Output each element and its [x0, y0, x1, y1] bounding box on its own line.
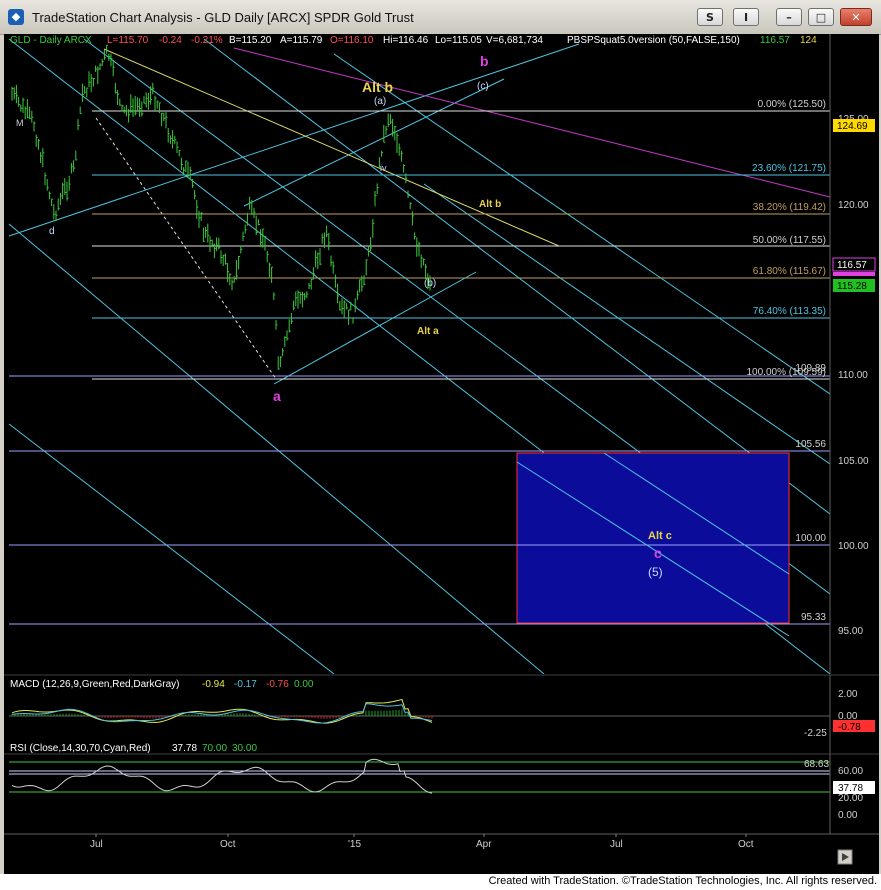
fib-label-764: 76.40% (113.35) [753, 306, 826, 317]
header-ask: A=115.79 [280, 35, 323, 46]
macd-tick: -2.25 [804, 728, 827, 739]
symbol-header: GLD - Daily ARCX L=115.70 -0.24 -0.21% B… [10, 35, 817, 46]
label-alt-a: Alt a [417, 326, 439, 337]
time-axis[interactable]: Jul Oct '15 Apr Jul Oct [4, 833, 879, 865]
header-ind-val1: 116.57 [760, 35, 790, 46]
rsi-tick: 0.00 [838, 810, 858, 821]
close-button[interactable]: ✕ [840, 8, 872, 26]
fib-label-382: 38.20% (119.42) [753, 202, 826, 213]
label-alt-b-yellow: Alt b [479, 199, 501, 210]
title-bar: ◆ TradeStation Chart Analysis - GLD Dail… [0, 0, 881, 35]
maximize-button[interactable]: □ [808, 8, 834, 26]
fib-label-0: 0.00% (125.50) [758, 99, 826, 110]
header-open: O=116.10 [330, 35, 374, 46]
rsi-label: RSI (Close,14,30,70,Cyan,Red) [10, 743, 151, 754]
label-five: (5) [648, 565, 663, 579]
price-tick: 105.00 [838, 456, 869, 467]
label-iv: iv [380, 163, 387, 173]
label-c-magenta: c [654, 545, 662, 561]
label-alt-c: Alt c [648, 530, 672, 542]
header-symbol: GLD - Daily ARCX [10, 35, 92, 46]
header-low: Lo=115.05 [435, 35, 482, 46]
rsi-tick: 68.63 [804, 759, 829, 770]
rsi-line [11, 758, 433, 794]
macd-value-1: -0.94 [202, 679, 225, 690]
label-a-magenta: a [273, 388, 281, 404]
header-ind-val2: 124 [800, 35, 817, 46]
window-title: TradeStation Chart Analysis - GLD Daily … [32, 10, 414, 25]
main-price-panel: 0.00% (125.50) 23.60% (121.75) 38.20% (1… [4, 34, 830, 674]
rsi-tick: 60.00 [838, 766, 863, 777]
label-m: M [16, 118, 24, 128]
price-tick: 120.00 [838, 200, 869, 211]
header-bid: B=115.20 [229, 35, 272, 46]
time-tick: Oct [220, 839, 236, 850]
price-marker-124: 124.69 [837, 121, 868, 132]
level-label-95: 95.33 [801, 612, 826, 623]
price-tick: 110.00 [838, 370, 868, 381]
price-tick: 100.00 [838, 541, 869, 552]
rsi-panel[interactable]: RSI (Close,14,30,70,Cyan,Red) 37.78 70.0… [4, 743, 879, 834]
chart-area[interactable]: 0.00% (125.50) 23.60% (121.75) 38.20% (1… [4, 34, 879, 874]
time-axis-ticks: Jul Oct '15 Apr Jul Oct [90, 834, 754, 850]
s-button[interactable]: S [697, 8, 723, 26]
footer-bar: Created with TradeStation. ©TradeStation… [0, 874, 881, 890]
rsi-marker: 37.78 [838, 783, 863, 794]
macd-value-4: 0.00 [294, 679, 314, 690]
label-c-paren: (c) [477, 81, 489, 92]
price-marker-115: 115.28 [837, 281, 867, 292]
copyright-text: Created with TradeStation. ©TradeStation… [488, 875, 877, 887]
level-label-109: 109.89 [795, 363, 826, 374]
macd-tick: 2.00 [838, 689, 858, 700]
label-a-paren: (a) [374, 96, 386, 107]
rsi-value-1: 37.78 [172, 743, 197, 754]
price-tick: 95.00 [838, 626, 863, 637]
minimize-button[interactable]: – [776, 8, 802, 26]
macd-value-2: -0.17 [234, 679, 257, 690]
label-b-magenta: b [480, 53, 489, 69]
header-indicator: PBSPSquat5.0version (50,FALSE,150) [567, 35, 740, 46]
label-d: d [49, 226, 55, 237]
label-b-paren: (b) [424, 278, 436, 289]
header-change: -0.24 [159, 35, 182, 46]
rsi-tick: 20.00 [838, 793, 863, 804]
header-change-pct: -0.21% [191, 35, 223, 46]
time-tick: '15 [348, 839, 361, 850]
header-volume: V=6,681,734 [486, 35, 543, 46]
macd-label: MACD (12,26,9,Green,Red,DarkGray) [10, 679, 180, 690]
chart-window: ◆ TradeStation Chart Analysis - GLD Dail… [0, 0, 881, 890]
tradestation-app-icon: ◆ [8, 9, 24, 25]
time-tick: Jul [610, 839, 623, 850]
chart-canvas[interactable]: 0.00% (125.50) 23.60% (121.75) 38.20% (1… [4, 34, 879, 874]
level-label-100: 100.00 [795, 533, 826, 544]
price-axis[interactable]: 125.00 120.00 110.00 105.00 100.00 95.00… [829, 34, 879, 674]
fib-label-618: 61.80% (115.67) [753, 266, 826, 277]
time-tick: Jul [90, 839, 103, 850]
i-button[interactable]: I [733, 8, 759, 26]
fib-label-50: 50.00% (117.55) [753, 235, 826, 246]
macd-value-3: -0.76 [266, 679, 289, 690]
header-last: L=115.70 [107, 35, 149, 46]
price-marker-strip [833, 272, 875, 276]
rsi-value-2: 70.00 [202, 743, 227, 754]
header-high: Hi=116.46 [383, 35, 429, 46]
time-tick: Oct [738, 839, 754, 850]
price-marker-116: 116.57 [837, 260, 867, 271]
rsi-value-3: 30.00 [232, 743, 257, 754]
label-alt-b-top: Alt b [362, 79, 393, 95]
macd-marker: -0.78 [838, 722, 861, 733]
fib-label-236: 23.60% (121.75) [752, 163, 826, 174]
level-label-105: 105.56 [795, 439, 826, 450]
time-tick: Apr [476, 839, 492, 850]
